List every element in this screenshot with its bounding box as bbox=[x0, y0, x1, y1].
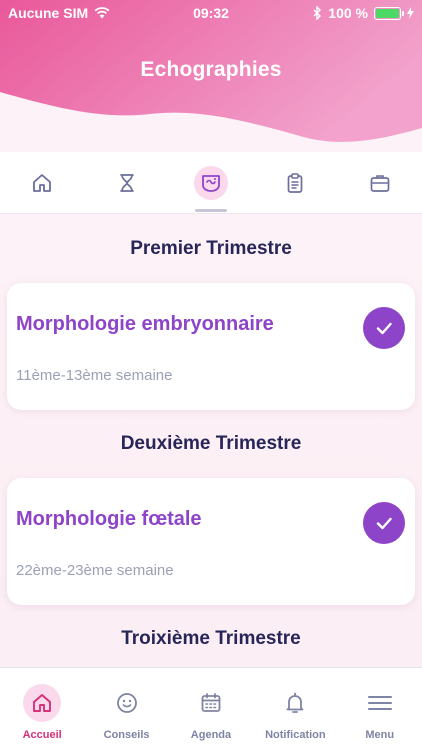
nav-label: Notification bbox=[265, 729, 326, 741]
section-title: Deuxième Trimestre bbox=[120, 433, 302, 454]
smiley-icon bbox=[116, 693, 137, 713]
nav-notification[interactable]: Notification bbox=[253, 668, 337, 750]
header: Aucune SIM 09:32 100 % Echographies bbox=[0, 0, 422, 150]
carrier-label: Aucune SIM bbox=[8, 5, 89, 21]
tab-clipboard[interactable] bbox=[265, 155, 325, 211]
menu-icon bbox=[367, 696, 392, 710]
briefcase-icon bbox=[370, 174, 390, 192]
hourglass-icon bbox=[119, 173, 134, 192]
nav-label: Conseils bbox=[103, 729, 150, 741]
tab-ultrasound[interactable] bbox=[181, 155, 241, 212]
section-title: Troixième Trimestre bbox=[121, 628, 301, 649]
status-bar: Aucune SIM 09:32 100 % bbox=[0, 0, 422, 26]
charging-icon bbox=[407, 7, 414, 19]
nav-menu[interactable]: Menu bbox=[338, 668, 422, 750]
exam-title: Morphologie embryonnaire bbox=[16, 313, 274, 335]
calendar-icon bbox=[201, 693, 221, 712]
clipboard-icon bbox=[288, 172, 303, 193]
nav-agenda[interactable]: Agenda bbox=[169, 668, 253, 750]
tab-briefcase[interactable] bbox=[350, 155, 410, 211]
nav-label: Agenda bbox=[190, 729, 232, 741]
nav-conseils[interactable]: Conseils bbox=[85, 668, 169, 750]
exam-card[interactable]: Morphologie fœtale 22ème-23ème semaine bbox=[7, 478, 415, 605]
page-title: Echographies bbox=[140, 58, 282, 81]
nav-label: Accueil bbox=[22, 729, 62, 741]
wifi-icon bbox=[94, 7, 110, 19]
battery-percent: 100 % bbox=[328, 5, 368, 21]
nav-label: Menu bbox=[365, 729, 395, 741]
battery-icon bbox=[374, 6, 404, 20]
tab-hourglass[interactable] bbox=[97, 155, 157, 211]
home-icon bbox=[33, 173, 52, 192]
completed-check-button[interactable] bbox=[363, 502, 405, 544]
tab-home[interactable] bbox=[12, 155, 72, 211]
completed-check-button[interactable] bbox=[363, 307, 405, 349]
checkmark-icon bbox=[376, 322, 392, 335]
echographies-list: Premier Trimestre Morphologie embryonnai… bbox=[0, 215, 422, 667]
category-tabs bbox=[0, 152, 422, 214]
exam-card[interactable]: Morphologie embryonnaire 11ème-13ème sem… bbox=[7, 283, 415, 410]
nav-accueil[interactable]: Accueil bbox=[0, 668, 84, 750]
section-title: Premier Trimestre bbox=[130, 238, 292, 259]
checkmark-icon bbox=[376, 517, 392, 530]
exam-period: 22ème-23ème semaine bbox=[16, 562, 174, 579]
exam-period: 11ème-13ème semaine bbox=[16, 367, 173, 384]
bottom-navigation: Accueil Conseils Agenda Notification Men… bbox=[0, 667, 422, 750]
bell-icon bbox=[286, 692, 304, 713]
home-icon bbox=[33, 694, 52, 712]
ultrasound-icon bbox=[202, 174, 220, 192]
bluetooth-icon bbox=[313, 6, 322, 20]
exam-title: Morphologie fœtale bbox=[16, 508, 202, 530]
